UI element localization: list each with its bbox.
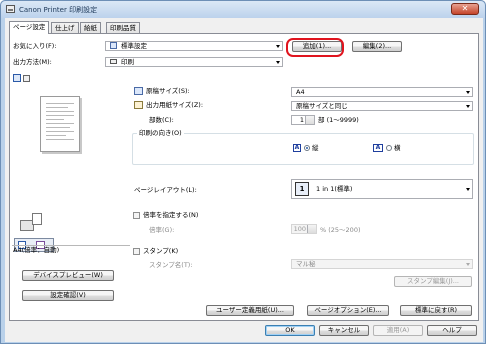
paper-stack-icon: [32, 213, 42, 225]
preview-area: [13, 70, 129, 257]
page-layout-label: ページレイアウト(L):: [134, 186, 197, 194]
favorites-icon: [110, 42, 117, 49]
device-preview-button[interactable]: デバイスプレビュー(W): [22, 270, 114, 281]
edit-favorite-button[interactable]: 編集(2)...: [352, 41, 402, 52]
stamp-name-value: マル秘: [296, 260, 316, 268]
favorites-label: お気に入り(F):: [13, 42, 57, 50]
output-paper-value: 原稿サイズと同じ: [296, 102, 348, 110]
stamp-edit-button[interactable]: スタンプ編集(J)...: [394, 276, 472, 287]
cancel-button[interactable]: キャンセル: [319, 325, 369, 336]
original-size-select[interactable]: A4: [291, 87, 473, 97]
ok-button[interactable]: OK: [265, 325, 315, 336]
original-size-value: A4: [296, 88, 305, 96]
help-button[interactable]: ヘルプ: [427, 325, 477, 336]
chevron-down-icon: [466, 188, 470, 191]
landscape-label: 横: [394, 144, 401, 152]
printer-settings-window: Canon Printer 印刷設定 ✕ ページ設定 仕上げ 給紙 印刷品質 お…: [0, 0, 486, 344]
layout-1in1-icon: 1: [295, 182, 309, 196]
chevron-down-icon: [276, 45, 280, 48]
title-bar: Canon Printer 印刷設定 ✕: [1, 1, 485, 18]
stamp-name-label: スタンプ名(T):: [149, 261, 193, 269]
tab-page-setup[interactable]: ページ設定: [9, 21, 50, 34]
tab-finishing[interactable]: 仕上げ: [51, 22, 79, 33]
printer-view-icon[interactable]: [23, 75, 30, 82]
add-button-highlight: [286, 38, 344, 57]
landscape-radio[interactable]: [386, 145, 392, 151]
scale-label: 倍率を指定する(N): [143, 211, 199, 219]
portrait-radio[interactable]: [304, 145, 310, 151]
printer-icon: [6, 5, 15, 13]
page-setup-panel: お気に入り(F): 標準設定 追加(1)... 編集(2)... 出力方法(M)…: [9, 33, 479, 321]
page-preview: [40, 96, 80, 152]
output-method-select[interactable]: 印刷: [105, 57, 283, 67]
scale-sub-label: 倍率(G):: [149, 226, 175, 234]
tab-print-quality[interactable]: 印刷品質: [106, 22, 140, 33]
stamp-label: スタンプ(K): [143, 247, 179, 255]
layout-view-icon[interactable]: [13, 74, 21, 82]
landscape-icon: A: [373, 144, 383, 152]
stamp-checkbox[interactable]: [133, 248, 140, 255]
output-paper-label: 出力用紙サイズ(Z):: [146, 101, 204, 109]
original-size-icon: [134, 87, 143, 95]
copies-label: 部数(C):: [149, 116, 174, 124]
favorites-select[interactable]: 標準設定: [105, 41, 283, 51]
settings-check-button[interactable]: 設定確認(V): [22, 290, 114, 301]
copies-stepper[interactable]: 1: [291, 115, 315, 125]
preview-status: A4(倍率：自動): [13, 246, 60, 254]
page-layout-select[interactable]: 1 1 in 1(標準): [291, 179, 473, 199]
portrait-label: 縦: [312, 144, 319, 152]
output-paper-select[interactable]: 原稿サイズと同じ: [291, 101, 473, 111]
close-button[interactable]: ✕: [451, 3, 479, 15]
dialog-client: ページ設定 仕上げ 給紙 印刷品質 お気に入り(F): 標準設定 追加(1)..…: [5, 18, 483, 342]
scale-range: % (25〜200): [320, 226, 361, 234]
chevron-down-icon: [276, 61, 280, 64]
stamp-name-select[interactable]: マル秘: [291, 259, 473, 269]
portrait-icon: A: [293, 144, 301, 152]
output-paper-icon: [134, 101, 143, 109]
original-size-label: 原稿サイズ(S):: [146, 87, 190, 95]
chevron-down-icon: [466, 91, 470, 94]
orientation-label: 印刷の向き(O): [137, 129, 184, 138]
tab-paper-source[interactable]: 給紙: [80, 22, 101, 33]
copies-range: 部 (1〜9999): [318, 116, 359, 124]
user-defined-paper-button[interactable]: ユーザー定義用紙(U)...: [206, 305, 294, 316]
chevron-down-icon: [466, 263, 470, 266]
chevron-down-icon: [466, 105, 470, 108]
scale-stepper[interactable]: 100: [291, 224, 317, 234]
output-method-label: 出力方法(M):: [13, 58, 52, 66]
apply-button[interactable]: 適用(A): [373, 325, 423, 336]
restore-defaults-button[interactable]: 標準に戻す(R): [400, 305, 472, 316]
printer-icon: [110, 59, 117, 64]
scale-checkbox[interactable]: [133, 212, 140, 219]
window-title: Canon Printer 印刷設定: [19, 6, 98, 14]
page-options-button[interactable]: ページオプション(E)...: [307, 305, 389, 316]
